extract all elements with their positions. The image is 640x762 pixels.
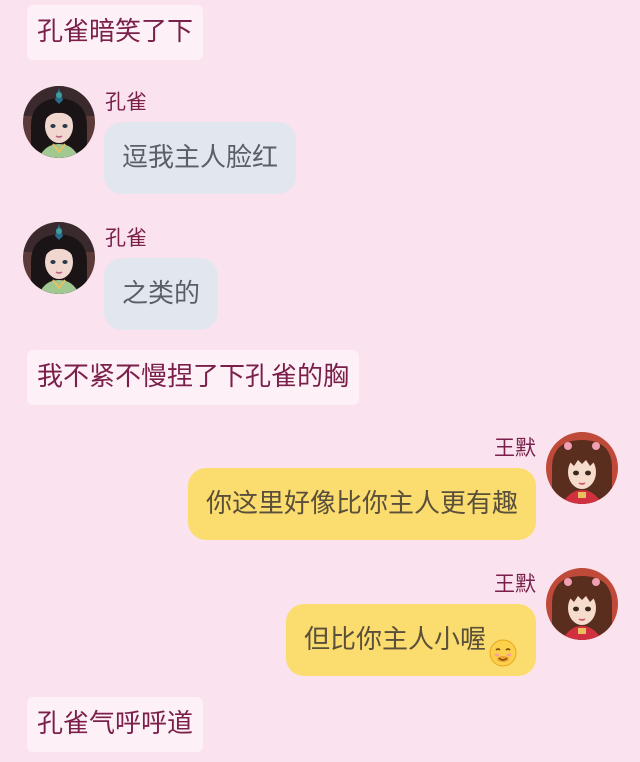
outgoing-message-bubble[interactable]: 你这里好像比你主人更有趣 xyxy=(187,468,536,540)
peacock-avatar-icon[interactable] xyxy=(23,222,95,294)
narration-message: 孔雀暗笑了下 xyxy=(27,5,204,60)
sender-name: 孔雀 xyxy=(105,226,147,250)
peacock-avatar-icon[interactable] xyxy=(23,86,95,158)
sender-name: 王默 xyxy=(494,572,536,596)
smirk-emoji-icon xyxy=(488,624,518,666)
incoming-message-bubble[interactable]: 之类的 xyxy=(104,258,219,330)
wangmo-avatar-icon[interactable] xyxy=(546,568,618,640)
sender-name: 王默 xyxy=(494,436,536,460)
sender-name: 孔雀 xyxy=(105,90,147,114)
narration-message: 孔雀气呼呼道 xyxy=(27,697,204,752)
narration-message: 我不紧不慢捏了下孔雀的胸 xyxy=(27,350,360,405)
message-text: 但比你主人小喔 xyxy=(303,625,486,655)
incoming-message-bubble[interactable]: 逗我主人脸红 xyxy=(104,122,297,194)
wangmo-avatar-icon[interactable] xyxy=(546,432,618,504)
outgoing-message-bubble[interactable]: 但比你主人小喔 xyxy=(285,604,536,676)
